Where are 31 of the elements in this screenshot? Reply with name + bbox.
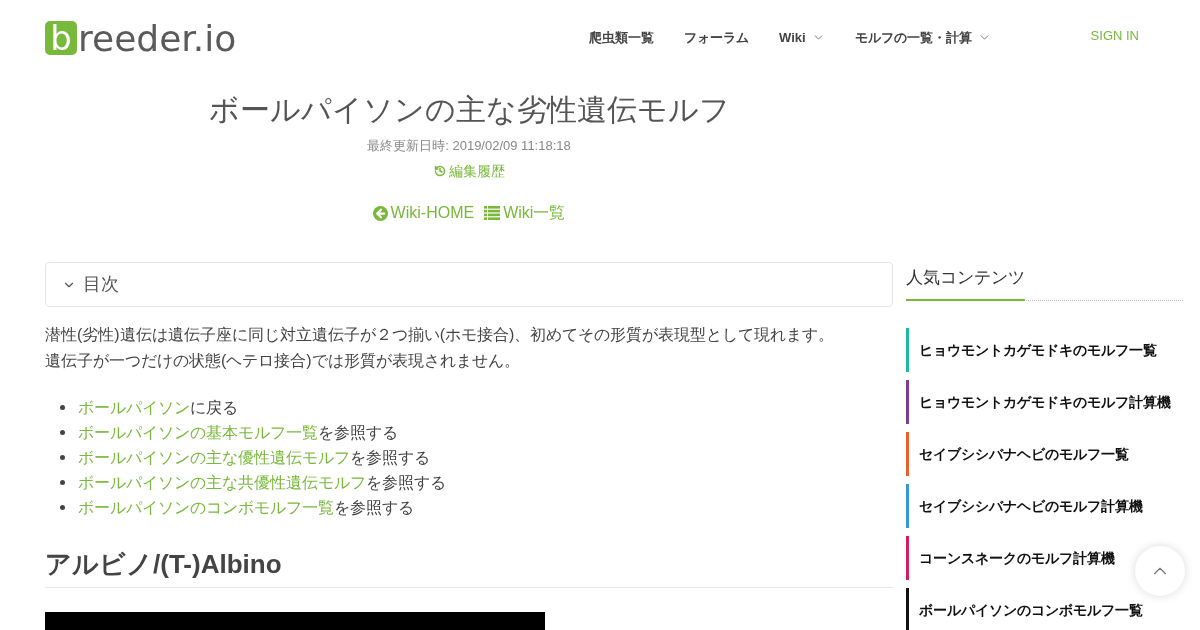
popular-content-link[interactable]: ヒョウモントカゲモドキのモルフ計算機 [906, 380, 1171, 424]
nav-link[interactable]: Wiki [779, 28, 825, 47]
toc-toggle[interactable]: 目次 [45, 262, 893, 307]
bullet-icon [60, 405, 65, 410]
list-item-text: ボールパイソンのコンボモルフ一覧を参照する [78, 498, 414, 518]
bullet-icon [60, 430, 65, 435]
popular-content-link[interactable]: コーンスネークのモルフ計算機 [906, 536, 1115, 580]
popular-content-link[interactable]: ヒョウモントカゲモドキのモルフ一覧 [906, 328, 1157, 372]
arrow-circle-left-icon [372, 205, 388, 221]
list-item-text: ボールパイソンの主な共優性遺伝モルフ を参照する [78, 473, 446, 493]
sidebar-title: 人気コンテンツ [906, 267, 1025, 301]
history-icon [433, 165, 446, 177]
nav-link[interactable]: 爬虫類一覧 [589, 28, 654, 47]
popular-content-link[interactable]: セイブシシバナヘビのモルフ計算機 [906, 484, 1143, 528]
popular-content-link[interactable]: ボールパイソンのコンボモルフ一覧 [906, 588, 1143, 630]
intro-paragraph: 潜性(劣性)遺伝は遺伝子座に同じ対立遺伝子が２つ揃い(ホモ接合)、初めてその形質が表現型として現れます。 遺伝子が一つだけの状態(ヘテロ接合)では形質が表現されません。 [45, 325, 836, 371]
logo-text[interactable]: reeder.io [78, 20, 237, 58]
scroll-to-top-button[interactable] [1135, 546, 1185, 596]
popular-content-link[interactable]: セイブシシバナヘビのモルフ一覧 [906, 432, 1129, 476]
bullet-icon [60, 505, 65, 510]
page-title: ボールパイソンの主な劣性遺伝モルフ [208, 92, 730, 128]
bullet-icon [60, 480, 65, 485]
list-item-text: ボールパイソンの基本モルフ一覧を参照する [78, 423, 398, 443]
list-icon [484, 206, 501, 220]
section-heading: アルビノ/(T-)Albino [45, 548, 893, 588]
bullet-icon [60, 455, 65, 460]
last-updated-text: 最終更新日時: 2019/02/09 11:18:18 [367, 137, 571, 155]
nav-link[interactable]: モルフの一覧・計算 [854, 28, 991, 47]
list-item-text: ボールパイソンに戻る [78, 398, 238, 418]
nav-link[interactable]: フォーラム [684, 28, 749, 47]
list-item-text: ボールパイソンの主な優性遺伝モルフ を参照する [78, 448, 430, 468]
